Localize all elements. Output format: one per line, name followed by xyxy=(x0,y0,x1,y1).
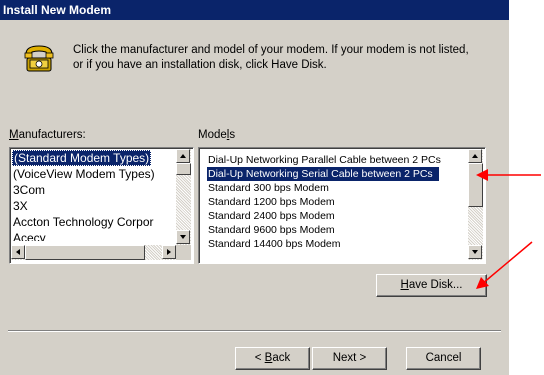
manufacturers-scroll-left-button[interactable] xyxy=(11,245,25,259)
model-item-serial-cable[interactable]: Dial-Up Networking Serial Cable between … xyxy=(207,167,439,181)
model-item-14400[interactable]: Standard 14400 bps Modem xyxy=(208,237,341,251)
arrow-down-icon xyxy=(472,250,478,254)
arrow-down-icon xyxy=(180,235,186,239)
manufacturer-item-3x[interactable]: 3X xyxy=(13,198,28,214)
model-item-9600[interactable]: Standard 9600 bps Modem xyxy=(208,223,335,237)
have-disk-button[interactable]: Have Disk... xyxy=(376,274,487,297)
back-label: ack xyxy=(272,352,291,364)
manufacturers-scroll-corner xyxy=(176,245,191,260)
cancel-label: Cancel xyxy=(425,352,462,364)
models-label-end: s xyxy=(229,129,236,141)
dialog-title: Install New Modem xyxy=(3,3,112,17)
manufacturers-label-text: anufacturers: xyxy=(18,129,86,141)
manufacturers-listbox[interactable]: (Standard Modem Types) (VoiceView Modem … xyxy=(9,147,194,264)
models-label: Models xyxy=(198,129,235,141)
back-prefix: < xyxy=(254,352,265,364)
next-label: Next > xyxy=(332,352,367,364)
manufacturers-hscroll-thumb[interactable] xyxy=(25,245,145,260)
arrow-up-icon xyxy=(472,154,478,158)
manufacturer-item-acecy[interactable]: Acecy xyxy=(13,230,46,241)
instructions-line-2: or if you have an installation disk, cli… xyxy=(73,59,327,71)
instructions-text: Click the manufacturer and model of your… xyxy=(73,43,493,73)
next-button[interactable]: Next > xyxy=(312,347,387,370)
instructions-line-1: Click the manufacturer and model of your… xyxy=(73,44,469,56)
manufacturers-label-accesskey: M xyxy=(9,129,19,141)
manufacturer-item-3com[interactable]: 3Com xyxy=(13,182,45,198)
models-listbox[interactable]: Dial-Up Networking Parallel Cable betwee… xyxy=(198,147,486,264)
model-item-2400[interactable]: Standard 2400 bps Modem xyxy=(208,209,335,223)
arrow-up-icon xyxy=(180,154,186,158)
telephone-icon xyxy=(24,45,54,72)
title-bar: Install New Modem xyxy=(0,0,509,20)
button-separator xyxy=(8,330,501,332)
manufacturer-item-standard[interactable]: (Standard Modem Types) xyxy=(12,150,152,166)
models-label-start: Mode xyxy=(198,129,227,141)
manufacturers-scroll-right-button[interactable] xyxy=(162,245,176,259)
manufacturers-scroll-up-button[interactable] xyxy=(176,149,190,163)
model-item-parallel-cable[interactable]: Dial-Up Networking Parallel Cable betwee… xyxy=(208,153,441,167)
cancel-button[interactable]: Cancel xyxy=(406,347,481,370)
back-button[interactable]: < Back xyxy=(235,347,310,370)
have-disk-label: ave Disk... xyxy=(408,279,463,291)
model-item-1200[interactable]: Standard 1200 bps Modem xyxy=(208,195,335,209)
arrow-left-icon xyxy=(16,249,20,255)
manufacturer-item-voiceview[interactable]: (VoiceView Modem Types) xyxy=(13,166,155,182)
manufacturers-label: Manufacturers: xyxy=(9,129,86,141)
manufacturers-scroll-down-button[interactable] xyxy=(176,230,190,244)
manufacturer-item-accton[interactable]: Accton Technology Corpor xyxy=(13,214,154,230)
manufacturers-vscroll-thumb[interactable] xyxy=(176,163,191,175)
models-scroll-up-button[interactable] xyxy=(468,149,482,163)
model-item-300[interactable]: Standard 300 bps Modem xyxy=(208,181,329,195)
install-new-modem-dialog: Install New Modem Click the manufacturer… xyxy=(0,0,509,375)
have-disk-accesskey: H xyxy=(400,279,409,291)
models-vscroll-thumb[interactable] xyxy=(468,163,483,207)
arrow-right-icon xyxy=(167,249,171,255)
models-scroll-down-button[interactable] xyxy=(468,245,482,259)
